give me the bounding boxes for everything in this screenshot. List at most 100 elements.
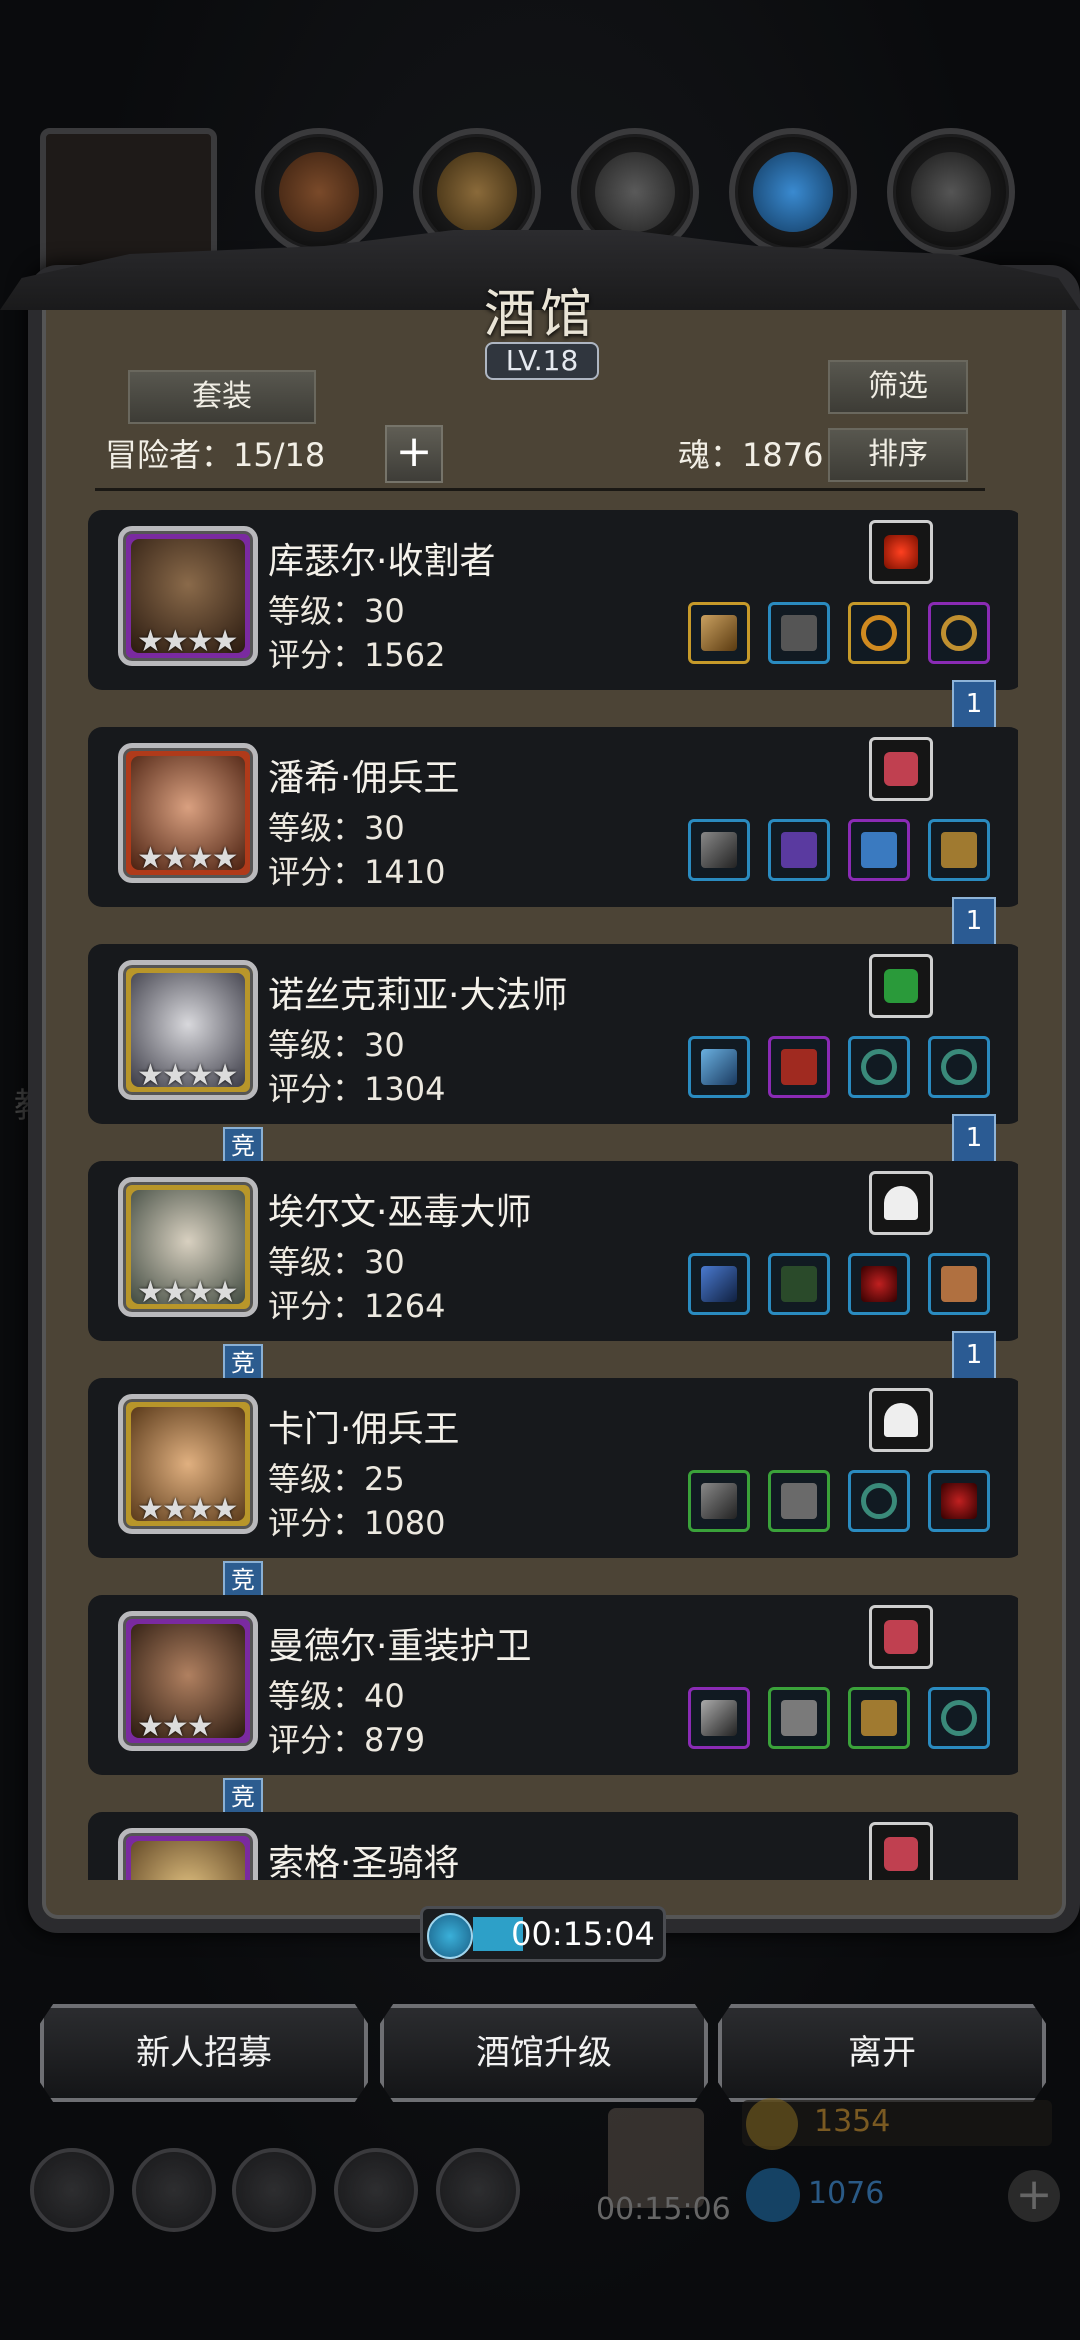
resource-slot-crystal[interactable]: [729, 128, 857, 256]
hero-score: 评分：879: [268, 1721, 426, 1759]
achievement-icon[interactable]: [132, 2148, 216, 2232]
hero-name: 埃尔文·巫毒大师: [268, 1192, 532, 1233]
armor-slot[interactable]: [768, 819, 830, 881]
scroll-slot[interactable]: [928, 1253, 990, 1315]
ring-slot[interactable]: [928, 1036, 990, 1098]
header-divider: [95, 488, 985, 491]
hero-name: 库瑟尔·收割者: [268, 541, 496, 582]
hero-card[interactable]: ★★★★ 诺丝克莉亚·大法师 等级：30 评分：1304: [88, 944, 1018, 1124]
hero-card[interactable]: ★★★★ 卡门·佣兵王 等级：25 评分：1080: [88, 1378, 1018, 1558]
hero-score: 评分：1410: [268, 853, 446, 891]
hero-level: 等级：30: [268, 1026, 405, 1064]
hero-list[interactable]: ★★★★ 库瑟尔·收割者 等级：30 评分：1562 1 ★★★★ 潘希·佣兵王…: [48, 500, 1018, 1880]
weapon-slot[interactable]: [688, 1036, 750, 1098]
helmet-slot[interactable]: [768, 602, 830, 664]
armor-icon: [781, 1483, 817, 1519]
hero-avatar: ★★★: [118, 1611, 258, 1751]
set-button[interactable]: 套装: [128, 370, 316, 424]
feather-icon: [884, 1620, 918, 1654]
settings-icon[interactable]: [30, 2148, 114, 2232]
resource-slot-stone[interactable]: [887, 128, 1015, 256]
hood-slot[interactable]: [768, 1036, 830, 1098]
staff-icon: [701, 1049, 737, 1085]
recruit-button[interactable]: 新人招募: [40, 2004, 368, 2102]
weapon-slot[interactable]: [688, 1470, 750, 1532]
boots-slot[interactable]: [928, 819, 990, 881]
hero-score: 评分：1080: [268, 1504, 446, 1542]
weapon-slot[interactable]: [688, 819, 750, 881]
rune-slot[interactable]: [869, 1605, 933, 1669]
spear-icon: [701, 832, 737, 868]
armor-slot[interactable]: [768, 1687, 830, 1749]
gem-amount: 1076: [808, 2176, 885, 2211]
rune-slot[interactable]: [869, 520, 933, 584]
hero-card[interactable]: ★★★★ 库瑟尔·收割者 等级：30 评分：1562: [88, 510, 1018, 690]
ring-icon: [941, 615, 977, 651]
gem-icon: [746, 2168, 800, 2222]
tavern-level-badge: LV.18: [485, 342, 599, 380]
amulet-slot[interactable]: [848, 1253, 910, 1315]
hero-card[interactable]: ★★★★ 潘希·佣兵王 等级：30 评分：1410: [88, 727, 1018, 907]
castle-icon[interactable]: [232, 2148, 316, 2232]
hero-name: 曼德尔·重装护卫: [268, 1626, 532, 1667]
boots-slot[interactable]: [848, 1687, 910, 1749]
sword-icon: [701, 1700, 737, 1736]
hero-score: 评分：1264: [268, 1287, 446, 1325]
ring-slot[interactable]: [848, 602, 910, 664]
hero-avatar: ★★★★: [118, 960, 258, 1100]
hero-avatar: ★★★★: [118, 1177, 258, 1317]
hero-name: 潘希·佣兵王: [268, 758, 460, 799]
rune-slot[interactable]: [869, 737, 933, 801]
weapon-slot[interactable]: [688, 1687, 750, 1749]
ring-icon: [941, 1700, 977, 1736]
resource-slot-leather[interactable]: [255, 128, 383, 256]
cloak-slot[interactable]: [768, 1253, 830, 1315]
upgrade-tavern-button[interactable]: 酒馆升级: [380, 2004, 708, 2102]
hero-name: 卡门·佣兵王: [268, 1409, 460, 1450]
rune-slot[interactable]: [869, 1822, 933, 1880]
ring-slot[interactable]: [928, 602, 990, 664]
add-slot-button[interactable]: +: [385, 425, 443, 483]
hero-card[interactable]: 索格·圣骑将: [88, 1812, 1018, 1880]
ring-icon: [941, 1049, 977, 1085]
armor-icon: [781, 832, 817, 868]
rune-slot[interactable]: [869, 954, 933, 1018]
ring-slot[interactable]: [928, 1687, 990, 1749]
pickaxe-icon: [701, 1483, 737, 1519]
ring-icon: [861, 1483, 897, 1519]
shield-icon[interactable]: [436, 2148, 520, 2232]
mail-icon[interactable]: [334, 2148, 418, 2232]
amulet-slot[interactable]: [928, 1470, 990, 1532]
amulet-icon: [861, 1266, 897, 1302]
star-rating: ★★★★: [137, 841, 239, 876]
leave-button[interactable]: 离开: [718, 2004, 1046, 2102]
ring-slot[interactable]: [848, 1036, 910, 1098]
adventurer-count: 冒险者：15/18: [105, 436, 326, 474]
star-rating: ★★★: [137, 1709, 214, 1744]
soul-count: 魂：1876: [678, 436, 824, 474]
helmet-icon: [781, 615, 817, 651]
hero-card[interactable]: ★★★★ 埃尔文·巫毒大师 等级：30 评分：1264: [88, 1161, 1018, 1341]
hero-level: 等级：30: [268, 809, 405, 847]
wand-icon: [701, 1266, 737, 1302]
gold-coin-icon: [746, 2098, 798, 2150]
panel-title: 酒馆: [483, 285, 596, 345]
rune-slot[interactable]: [869, 1171, 933, 1235]
sort-button[interactable]: 排序: [828, 428, 968, 482]
hero-card[interactable]: ★★★ 曼德尔·重装护卫 等级：40 评分：879: [88, 1595, 1018, 1775]
gift-timer: 00:15:06: [596, 2192, 731, 2227]
boots-icon: [861, 1700, 897, 1736]
shield-slot[interactable]: [848, 819, 910, 881]
weapon-slot[interactable]: [688, 1253, 750, 1315]
filter-button[interactable]: 筛选: [828, 360, 968, 414]
ring-slot[interactable]: [848, 1470, 910, 1532]
star-rating: ★★★★: [137, 1492, 239, 1527]
scroll-icon: [941, 1266, 977, 1302]
armor-slot[interactable]: [768, 1470, 830, 1532]
weapon-slot[interactable]: [688, 602, 750, 664]
star-rating: ★★★★: [137, 1275, 239, 1310]
add-gems-button[interactable]: +: [1008, 2170, 1060, 2222]
hero-score: 评分：1562: [268, 636, 446, 674]
rune-slot[interactable]: [869, 1388, 933, 1452]
hero-level: 等级：30: [268, 1243, 405, 1281]
